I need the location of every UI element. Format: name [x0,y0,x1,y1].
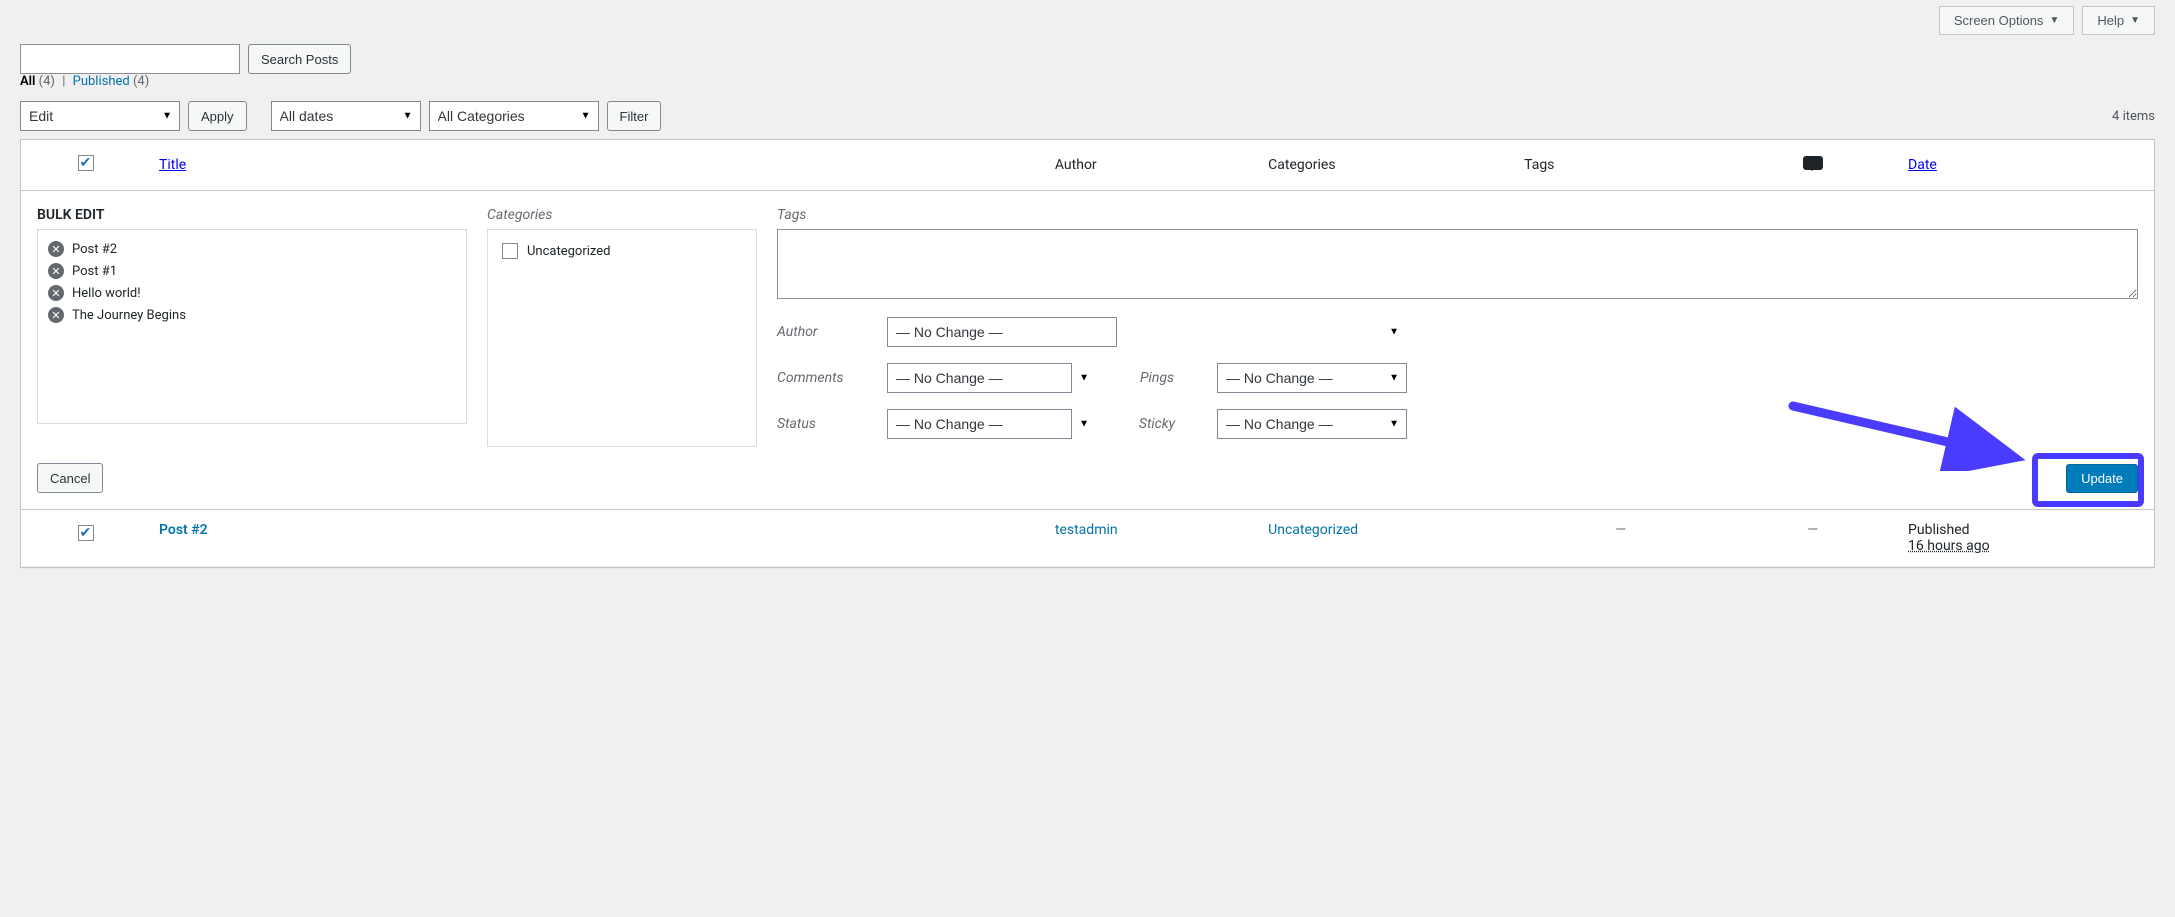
table-row: Post #2 testadmin Uncategorized — — Publ… [21,510,2154,567]
column-title[interactable]: Title [159,157,186,173]
status-label: Status [777,416,867,432]
help-label: Help [2097,13,2124,28]
comments-select[interactable]: — No Change — [887,363,1072,393]
filter-button[interactable]: Filter [607,101,662,131]
select-all-checkbox[interactable] [78,155,94,171]
column-date[interactable]: Date [1908,157,1937,173]
author-select[interactable]: — No Change — [887,317,1117,347]
bulk-post-item: ✕ The Journey Begins [48,304,456,326]
bulk-tags-label: Tags [777,207,2138,223]
bulk-post-item: ✕ Hello world! [48,282,456,304]
post-date-status: Published [1908,522,2144,538]
post-category-link[interactable]: Uncategorized [1268,522,1358,538]
bulk-post-title: Post #1 [72,264,117,279]
sticky-label: Sticky [1117,416,1197,432]
post-date-relative: 16 hours ago [1908,538,2144,554]
post-author-link[interactable]: testadmin [1055,522,1118,538]
category-name: Uncategorized [527,244,610,259]
update-button[interactable]: Update [2066,464,2138,493]
bulk-post-title: Post #2 [72,242,117,257]
category-checkbox[interactable] [502,243,518,259]
sticky-select[interactable]: — No Change — [1217,409,1407,439]
bulk-categories-list: Uncategorized [487,229,757,447]
screen-options-button[interactable]: Screen Options ▼ [1939,6,2075,35]
chevron-down-icon: ▼ [2049,15,2059,26]
category-filter-select[interactable]: All Categories [429,101,599,131]
remove-icon[interactable]: ✕ [48,307,64,323]
column-tags: Tags [1514,140,1727,191]
bulk-action-select[interactable]: Edit [20,101,180,131]
screen-options-label: Screen Options [1954,13,2044,28]
bulk-post-item: ✕ Post #2 [48,238,456,260]
author-label: Author [777,324,867,340]
remove-icon[interactable]: ✕ [48,241,64,257]
apply-button[interactable]: Apply [188,101,247,131]
row-checkbox[interactable] [78,525,94,541]
status-select[interactable]: — No Change — [887,409,1072,439]
chevron-down-icon: ▼ [2130,15,2140,26]
filter-all[interactable]: All (4) [20,74,55,89]
category-option[interactable]: Uncategorized [498,240,746,262]
bulk-post-title: Hello world! [72,286,141,301]
pings-label: Pings [1117,370,1197,386]
bulk-post-item: ✕ Post #1 [48,260,456,282]
bulk-categories-label: Categories [487,207,757,223]
post-tags: — [1514,510,1727,567]
bulk-tags-input[interactable] [777,229,2138,299]
bulk-edit-heading: BULK EDIT [37,207,467,223]
post-title-link[interactable]: Post #2 [159,522,208,538]
items-count: 4 items [2112,109,2155,124]
post-comment-count: — [1727,510,1898,567]
remove-icon[interactable]: ✕ [48,263,64,279]
help-button[interactable]: Help ▼ [2082,6,2155,35]
comments-icon [1803,156,1823,170]
date-filter-select[interactable]: All dates [271,101,421,131]
filter-published[interactable]: Published (4) [73,74,150,89]
status-filter-links: All (4) | Published (4) [20,74,2155,89]
search-input[interactable] [20,44,240,74]
column-categories: Categories [1258,140,1514,191]
pings-select[interactable]: — No Change — [1217,363,1407,393]
column-author: Author [1045,140,1258,191]
bulk-edit-posts-list: ✕ Post #2 ✕ Post #1 ✕ Hello world! [37,229,467,424]
cancel-button[interactable]: Cancel [37,463,103,493]
bulk-post-title: The Journey Begins [72,308,186,323]
remove-icon[interactable]: ✕ [48,285,64,301]
comments-label: Comments [777,370,867,386]
search-posts-button[interactable]: Search Posts [248,44,351,74]
